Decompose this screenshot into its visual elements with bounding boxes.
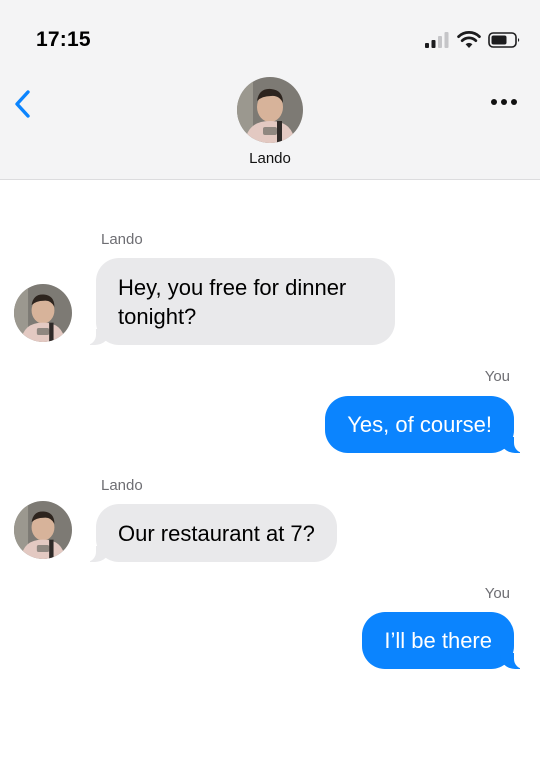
sender-avatar[interactable] [14, 284, 72, 342]
message-bubble-outgoing[interactable]: I’ll be there [362, 612, 524, 669]
status-time: 17:15 [36, 28, 91, 51]
message-text: Our restaurant at 7? [118, 520, 315, 546]
contact-name[interactable]: Lando [0, 150, 540, 167]
battery-icon [488, 32, 520, 48]
avatar-photo [14, 284, 72, 342]
sender-avatar[interactable] [14, 501, 72, 559]
message-bubble-incoming[interactable]: Our restaurant at 7? [86, 504, 337, 562]
sender-label: You [484, 585, 510, 602]
sender-label: Lando [101, 477, 143, 494]
message-text: Yes, of course! [347, 412, 492, 437]
chevron-left-icon [15, 90, 30, 118]
contact-avatar[interactable] [237, 77, 303, 143]
message-bubble-outgoing[interactable]: Yes, of course! [325, 396, 524, 453]
sender-label: Lando [101, 231, 143, 248]
message-text: Hey, you free for dinner tonight? [118, 274, 347, 329]
status-icons [424, 30, 522, 50]
back-button[interactable] [8, 86, 38, 122]
message-bubble-incoming[interactable]: Hey, you free for dinner tonight? [86, 258, 395, 345]
more-button[interactable] [488, 92, 520, 112]
avatar-photo [14, 501, 72, 559]
sender-label: You [484, 368, 510, 385]
conversation-header: 17:15 Lando [0, 0, 540, 180]
avatar-photo [237, 77, 303, 143]
signal-icon [425, 32, 449, 48]
wifi-icon [457, 31, 481, 48]
message-text: I’ll be there [384, 628, 492, 653]
ellipsis-icon [491, 99, 517, 105]
